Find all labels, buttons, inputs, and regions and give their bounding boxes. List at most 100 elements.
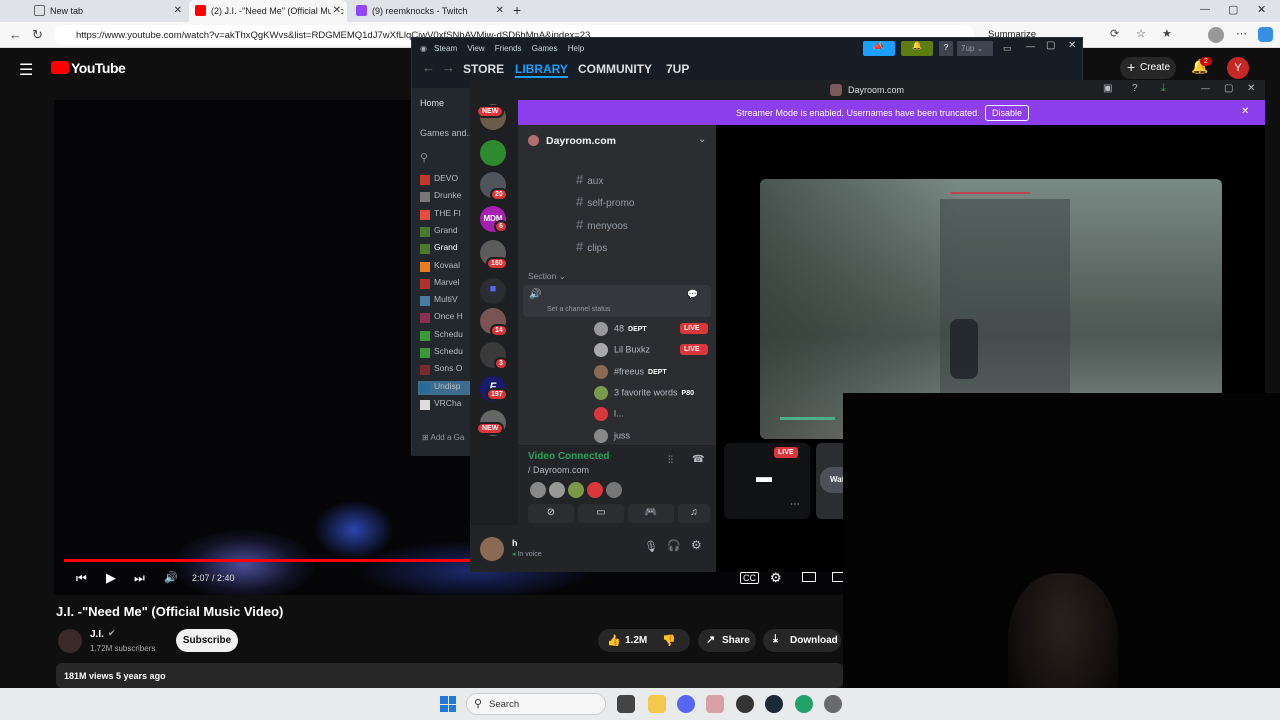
steam-game-item[interactable]: Schedu: [418, 346, 472, 360]
library-home[interactable]: Home: [420, 98, 444, 108]
channel-status[interactable]: Set a channel status: [547, 306, 610, 313]
steam-game-item[interactable]: Undisp: [418, 380, 472, 395]
nav-community[interactable]: COMMUNITY: [578, 62, 652, 76]
steam-game-item[interactable]: THE FI: [418, 208, 472, 222]
noise-suppression-icon[interactable]: ⫶⫶: [668, 455, 673, 466]
search-icon[interactable]: ⚲: [420, 151, 428, 164]
steam-game-item[interactable]: Grand: [418, 242, 472, 256]
tab-new-tab[interactable]: New tab ✕: [28, 0, 188, 22]
voice-location[interactable]: / Dayroom.com: [528, 465, 589, 475]
menu-games[interactable]: Games: [532, 44, 558, 53]
avatar[interactable]: [480, 537, 504, 561]
like-count[interactable]: 1.2M: [625, 635, 647, 646]
minimize-button[interactable]: —: [1200, 4, 1210, 15]
folder-icon[interactable]: ■: [480, 278, 506, 304]
steam-game-item[interactable]: MultiV: [418, 294, 472, 308]
channel-clips[interactable]: # clips: [576, 239, 607, 254]
download-button[interactable]: ⤓ Download: [763, 629, 841, 652]
close-icon[interactable]: ✕: [1241, 106, 1249, 117]
voice-user[interactable]: juss: [594, 428, 706, 443]
nav-library[interactable]: LIBRARY: [515, 62, 568, 78]
channel-self-promo[interactable]: # self-promo: [576, 194, 634, 209]
close-window-button[interactable]: ✕: [1068, 40, 1076, 51]
voice-user[interactable]: #freeus DEPT: [594, 364, 706, 379]
extensions-icon[interactable]: ⟳: [1110, 27, 1119, 40]
refresh-icon[interactable]: ↻: [32, 27, 43, 43]
task-view-icon[interactable]: [617, 695, 635, 713]
participant-avatar[interactable]: [530, 482, 546, 498]
chevron-down-icon[interactable]: ⌄: [698, 134, 706, 145]
headphones-icon[interactable]: 🎧: [667, 539, 681, 552]
user-name[interactable]: h: [512, 538, 518, 548]
tab-twitch[interactable]: (9) reemknocks - Twitch ✕: [350, 0, 510, 22]
settings-icon[interactable]: ⚙: [691, 538, 702, 552]
profile-avatar[interactable]: [1208, 27, 1224, 43]
steam-game-item[interactable]: Sons O: [418, 363, 472, 377]
menu-view[interactable]: View: [467, 44, 484, 53]
channel-aux[interactable]: # aux: [576, 172, 603, 187]
help-icon[interactable]: ?: [939, 41, 953, 56]
back-icon[interactable]: ←: [422, 60, 435, 75]
forward-icon[interactable]: →: [442, 60, 455, 75]
close-window-button[interactable]: ✕: [1247, 83, 1255, 94]
subscribe-button[interactable]: Subscribe: [176, 629, 238, 652]
disconnect-icon[interactable]: ☎: [692, 454, 704, 465]
participant-avatar[interactable]: [606, 482, 622, 498]
like-icon[interactable]: 👍: [607, 634, 621, 647]
volume-icon[interactable]: 🔊: [164, 571, 178, 584]
microphone-icon[interactable]: 🎙: [644, 540, 658, 553]
video-description[interactable]: 181M views 5 years ago: [56, 663, 843, 688]
big-picture-icon[interactable]: ▭: [1003, 43, 1012, 54]
settings-icon[interactable]: ⚙: [770, 570, 782, 586]
captions-icon[interactable]: CC: [740, 572, 759, 584]
close-icon[interactable]: ✕: [496, 5, 504, 16]
menu-icon[interactable]: ☰: [19, 60, 33, 80]
menu-help[interactable]: Help: [568, 44, 584, 53]
steam-game-item[interactable]: Kovaal: [418, 260, 472, 274]
copilot-icon[interactable]: [1258, 27, 1273, 42]
share-button[interactable]: ↗ Share: [698, 629, 756, 652]
chat-icon[interactable]: 💬: [687, 289, 698, 300]
steam-game-item[interactable]: Once H: [418, 311, 472, 325]
maximize-button[interactable]: ▢: [1228, 3, 1238, 16]
games-filter[interactable]: Games and...: [420, 128, 474, 138]
steam-game-item[interactable]: Drunke: [418, 190, 472, 204]
voice-user[interactable]: 3 favorite words P80: [594, 385, 706, 400]
nav-profile[interactable]: 7UP: [666, 62, 689, 76]
inbox-icon[interactable]: ▣: [1103, 83, 1112, 94]
close-icon[interactable]: ✕: [174, 5, 182, 16]
taskbar-search[interactable]: ⚲ Search: [466, 693, 606, 715]
screen-share-icon[interactable]: ▭: [578, 504, 624, 523]
steam-icon[interactable]: [765, 695, 783, 713]
steam-user-menu[interactable]: 7up ⌄: [957, 41, 993, 56]
nav-store[interactable]: STORE: [463, 62, 504, 76]
section-header[interactable]: Section ⌄: [528, 271, 566, 282]
miniplayer-icon[interactable]: [802, 572, 816, 582]
next-icon[interactable]: ⏭: [134, 571, 145, 586]
steam-game-item[interactable]: VRCha: [418, 398, 472, 412]
youtube-logo[interactable]: YouTube: [71, 60, 126, 76]
discord-icon[interactable]: [677, 695, 695, 713]
minimize-button[interactable]: —: [1026, 41, 1035, 51]
terminal-icon[interactable]: [706, 695, 724, 713]
favorites-icon[interactable]: ☆: [1136, 27, 1146, 40]
previous-icon[interactable]: ⏮: [76, 571, 87, 586]
voice-channel[interactable]: 🔊 💬 Set a channel status: [523, 285, 711, 317]
start-icon[interactable]: [440, 696, 456, 712]
download-icon[interactable]: ⤓: [1161, 82, 1166, 95]
server-name[interactable]: Dayroom.com: [546, 135, 616, 147]
channel-avatar[interactable]: [58, 629, 82, 653]
settings-icon[interactable]: [824, 695, 842, 713]
video-connected-status[interactable]: Video Connected: [528, 451, 610, 462]
new-tab-button[interactable]: +: [513, 2, 521, 18]
steam-game-item[interactable]: Schedu: [418, 329, 472, 343]
youtube-logo-icon[interactable]: [51, 61, 69, 74]
close-window-button[interactable]: ✕: [1257, 3, 1266, 16]
participant-avatar[interactable]: [587, 482, 603, 498]
close-icon[interactable]: ✕: [330, 5, 341, 16]
disable-button[interactable]: Disable: [985, 105, 1030, 121]
help-icon[interactable]: ?: [1132, 83, 1138, 94]
tab-youtube[interactable]: (2) J.I. -"Need Me" (Official Music ✕: [189, 0, 347, 22]
server-item[interactable]: [480, 140, 506, 166]
steam-game-item[interactable]: Grand: [418, 225, 472, 239]
